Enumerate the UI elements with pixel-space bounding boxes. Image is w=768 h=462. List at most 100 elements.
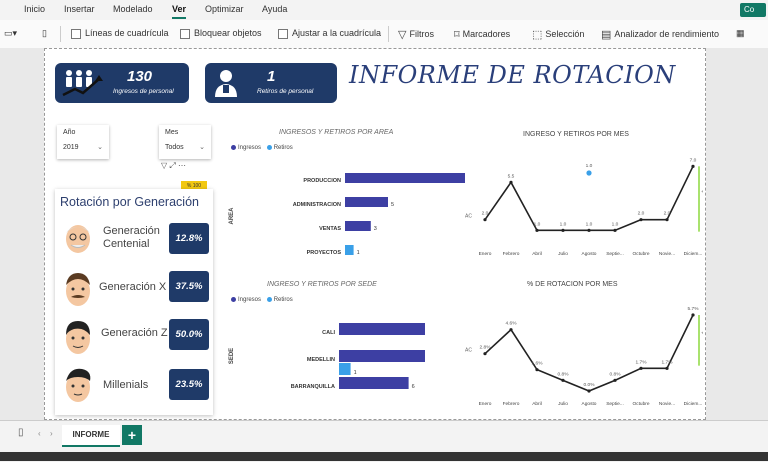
menu-inicio[interactable]: Inicio [24, 4, 45, 14]
ribbon: ▭▾ ▯ Líneas de cuadrícula Bloquear objet… [0, 20, 768, 49]
tick-label: Febrero [503, 251, 520, 257]
tick-label: Septie... [606, 251, 624, 257]
bar-retiros [345, 245, 354, 255]
legend-retiros: Retiros [273, 297, 293, 304]
area-bar-chart[interactable]: AREAPRODUCCION16ADMINISTRACION5VENTAS3PR… [225, 161, 465, 271]
tick-label: Octubre [632, 251, 649, 257]
point-label: 1.0 [534, 221, 541, 227]
more-options-icon[interactable]: ⋯ [178, 161, 186, 170]
data-point [587, 389, 591, 393]
performance-analyzer-label: Analizador de rendimiento [614, 28, 719, 39]
gen-x-value: 37.5% [169, 271, 209, 302]
focus-mode-icon[interactable]: ⤢ [169, 161, 175, 170]
bar-ingresos [339, 323, 425, 335]
tick-label: Diciem... [684, 401, 703, 407]
point-label: 1.0 [586, 221, 593, 227]
point-label: 0.8% [610, 371, 622, 377]
menu-optimizar[interactable]: Optimizar [205, 4, 244, 14]
selection-icon: ⬚ [532, 29, 543, 41]
gen-x-label: Generación X [99, 281, 167, 293]
data-point [587, 228, 591, 232]
bookmark-icon: ⌑ [454, 29, 460, 41]
tick-label: Septie... [606, 401, 624, 407]
point-label: 1.7% [662, 359, 674, 365]
tab-informe[interactable]: INFORME [62, 425, 120, 447]
chevron-right-icon[interactable]: › [50, 429, 53, 438]
menu-modelado[interactable]: Modelado [113, 4, 153, 14]
point-label: 1.0 [560, 221, 567, 227]
year-slicer-label: Año [63, 129, 76, 136]
mobile-layout-icon[interactable]: ▯ [42, 28, 47, 39]
bar-ingresos [339, 377, 409, 389]
axis-label: AREA [229, 207, 235, 225]
point-label: 5.5 [508, 173, 515, 179]
visual-header-icons[interactable]: ▽ ⤢ ⋯ [161, 161, 186, 171]
add-page-button[interactable]: + [122, 425, 142, 445]
month-line-chart[interactable]: AC 2.0 Enero 5.5 Febrero 1.0 Abril 1.0 Julio 1.0 A… [457, 141, 703, 271]
axis-annotation: AC [465, 348, 472, 354]
data-label: 3 [374, 226, 377, 232]
tick-label: Enero [479, 251, 492, 257]
people-growth-icon [62, 70, 103, 97]
data-label: 1 [354, 370, 357, 376]
rotation-line-chart[interactable]: AC 2.8% Enero 4.6% Febrero 1.6% Abril 0.8% Julio… [457, 291, 703, 419]
data-point [691, 164, 695, 168]
selection-button[interactable]: ⬚ Selección [532, 28, 584, 41]
month-slicer-label: Mes [165, 129, 179, 136]
analyzer-icon: ▤ [601, 29, 612, 41]
kpi-retiros-card[interactable]: 1 Retiros de personal [205, 63, 337, 103]
chevron-left-icon[interactable]: ‹ [38, 429, 41, 438]
menu-ayuda[interactable]: Ayuda [262, 4, 287, 14]
category-label: MEDELLIN [307, 357, 335, 363]
sede-chart-title: INGRESO Y RETIROS POR SEDE [267, 281, 377, 288]
chevron-down-icon: ⌄ [97, 144, 103, 151]
month-slicer[interactable]: Mes Todos ⌄ [159, 125, 211, 159]
menu-insertar[interactable]: Insertar [64, 4, 95, 14]
generation-card: Rotación por Generación Generación Cente… [55, 189, 213, 415]
snap-grid-toggle[interactable]: Ajustar a la cuadrícula [278, 28, 381, 39]
category-label: BARRANQUILLA [291, 384, 335, 390]
tick-label: Diciem... [684, 251, 703, 257]
filters-label: Filtros [409, 28, 434, 39]
gridlines-toggle[interactable]: Líneas de cuadrícula [71, 28, 169, 39]
menu-ver[interactable]: Ver [172, 4, 186, 14]
legend-dot [231, 297, 236, 302]
bookmarks-button[interactable]: ⌑ Marcadores [454, 28, 510, 41]
data-point [639, 218, 643, 222]
filter-icon: ▽ [398, 29, 407, 41]
gridlines-label: Líneas de cuadrícula [85, 28, 169, 38]
sync-slicers-icon[interactable]: ▦ [736, 28, 745, 39]
point-label: 5.7% [688, 306, 700, 312]
area-chart-legend: Ingresos Retiros [231, 145, 293, 151]
active-tab-indicator [172, 17, 186, 19]
tick-label: Enero [479, 401, 492, 407]
bar-retiros [339, 363, 351, 375]
man-mustache-face-icon [66, 273, 90, 306]
share-button[interactable]: Co [740, 3, 766, 17]
axis-label: SEDE [229, 348, 235, 364]
legend-dot [231, 145, 236, 150]
axis-annotation: AC [465, 214, 472, 220]
person-exit-icon [215, 70, 237, 97]
point-label: 2.8% [480, 345, 492, 351]
sede-bar-chart[interactable]: SEDECALI10MEDELLIN81BARRANQUILLA6 [225, 311, 425, 401]
mobile-view-icon[interactable]: ▯ [18, 427, 24, 438]
point-label: 1.6% [532, 361, 544, 367]
kpi-ingresos-card[interactable]: 130 Ingresos de personal [55, 63, 189, 103]
data-label: 6 [412, 384, 415, 390]
point-label: 2.0 [664, 211, 671, 217]
year-slicer[interactable]: Año 2019 ⌄ [57, 125, 109, 159]
boy-face-icon [66, 368, 91, 402]
selection-label: Selección [545, 28, 585, 39]
menu-bar: Inicio Insertar Modelado Ver Optimizar A… [0, 0, 768, 20]
filters-button[interactable]: ▽ Filtros [398, 28, 434, 41]
page-view-icon[interactable]: ▭▾ [4, 28, 17, 39]
performance-analyzer-button[interactable]: ▤ Analizador de rendimiento [601, 28, 719, 41]
category-label: VENTAS [319, 226, 341, 232]
filter-icon[interactable]: ▽ [161, 161, 167, 170]
tick-label: Agosto [582, 401, 597, 407]
lock-objects-toggle[interactable]: Bloquear objetos [180, 28, 262, 39]
point-label: 0.8% [558, 371, 570, 377]
data-point [535, 228, 539, 232]
legend-retiros: Retiros [273, 145, 293, 152]
